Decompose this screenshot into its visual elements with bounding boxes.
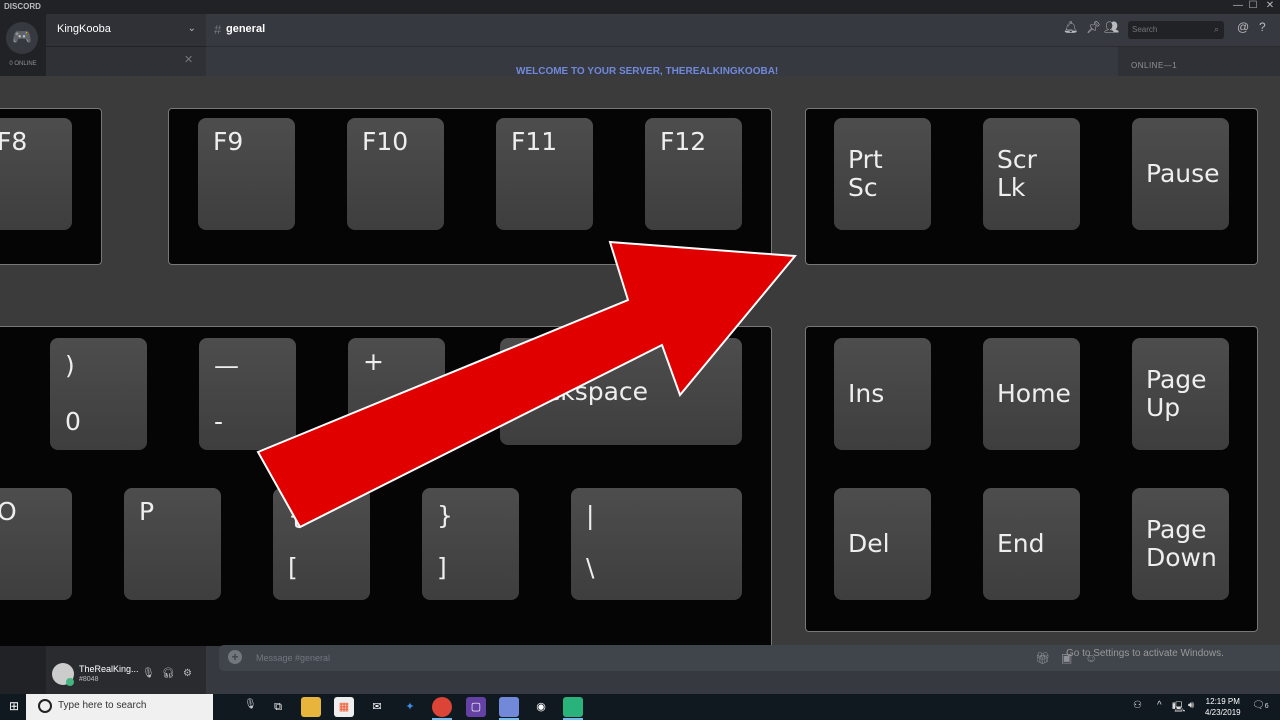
online-count: 0 ONLINE [9, 61, 37, 67]
settings-gear-icon[interactable]: ⚙ [183, 668, 192, 679]
steam-icon[interactable]: ◉ [531, 697, 551, 717]
online-header: ONLINE—1 [1131, 61, 1178, 70]
close-icon[interactable]: ✕ [184, 53, 193, 66]
server-header[interactable]: KingKooba ⌄ [46, 14, 206, 47]
bell-icon[interactable]: 🔔︎ [1063, 20, 1078, 34]
help-icon[interactable]: ? [1259, 20, 1266, 34]
server-name: KingKooba [57, 23, 111, 35]
notifications-icon[interactable]: 🗨6 [1252, 700, 1269, 711]
discord-taskbar-icon[interactable] [499, 697, 519, 720]
arrow-shape [256, 240, 798, 529]
keyboard-image-overlay: F8 F9 F10 F11 F12 Prt Sc Scr Lk Pause ) … [0, 76, 1280, 646]
status-online-icon [66, 678, 74, 686]
network-icon[interactable]: 🖳 [1172, 700, 1185, 717]
user-tag: #8048 [79, 676, 99, 683]
headphones-icon[interactable]: 🎧︎ [162, 668, 175, 679]
app-icon[interactable]: ✦ [400, 697, 420, 717]
chevron-down-icon: ⌄ [187, 23, 196, 34]
chrome-icon[interactable] [432, 697, 452, 720]
task-view-icon[interactable]: ⧉ [268, 697, 288, 717]
hash-icon: # [214, 22, 222, 37]
red-arrow-icon [256, 240, 798, 529]
time: 12:19 PM [1205, 697, 1240, 706]
search-input[interactable]: Search ⌕ [1128, 21, 1224, 39]
close-button[interactable]: ✕ [1260, 0, 1280, 11]
search-icon: ⌕ [1213, 24, 1219, 34]
pin-icon[interactable]: 📌︎ [1086, 20, 1101, 34]
mail-icon[interactable]: ✉ [367, 697, 387, 717]
mention-icon[interactable]: @ [1237, 20, 1249, 34]
clock[interactable]: 12:19 PM 4/23/2019 [1205, 696, 1241, 718]
upload-plus-icon[interactable]: + [228, 650, 242, 664]
title-bar [0, 0, 1280, 14]
members-icon[interactable]: 👥︎ [1104, 20, 1119, 34]
message-placeholder: Message #general [256, 653, 331, 663]
volume-icon[interactable]: 🔊︎ [1188, 700, 1194, 711]
gift-icon[interactable]: 🎁︎ [1035, 651, 1050, 665]
search-placeholder: Search [1132, 25, 1158, 34]
microphone-icon[interactable]: 🎙︎ [142, 668, 155, 679]
discord-home-icon[interactable]: 🎮 [6, 22, 38, 54]
taskbar-search-input[interactable]: Type here to search [26, 694, 213, 720]
date: 4/23/2019 [1205, 708, 1241, 717]
taskbar-mic-icon[interactable]: 🎙︎ [244, 699, 257, 710]
app-brand: DISCORD [4, 2, 41, 11]
store-icon[interactable]: ▦ [334, 697, 354, 717]
chat-app-icon[interactable] [563, 697, 583, 720]
tray-chevron-icon[interactable]: ^ [1157, 700, 1162, 711]
channel-name: general [226, 23, 266, 35]
activate-windows-watermark: Go to Settings to activate Windows. [1066, 648, 1224, 659]
notification-count: 6 [1264, 703, 1269, 710]
username: TheRealKing... [79, 664, 139, 674]
windows-start-icon[interactable]: ⊞ [9, 699, 19, 713]
file-explorer-icon[interactable] [301, 697, 321, 717]
cortana-icon [38, 699, 52, 713]
twitch-icon[interactable]: ▢ [466, 697, 486, 717]
people-icon[interactable]: ⚇ [1133, 700, 1142, 711]
